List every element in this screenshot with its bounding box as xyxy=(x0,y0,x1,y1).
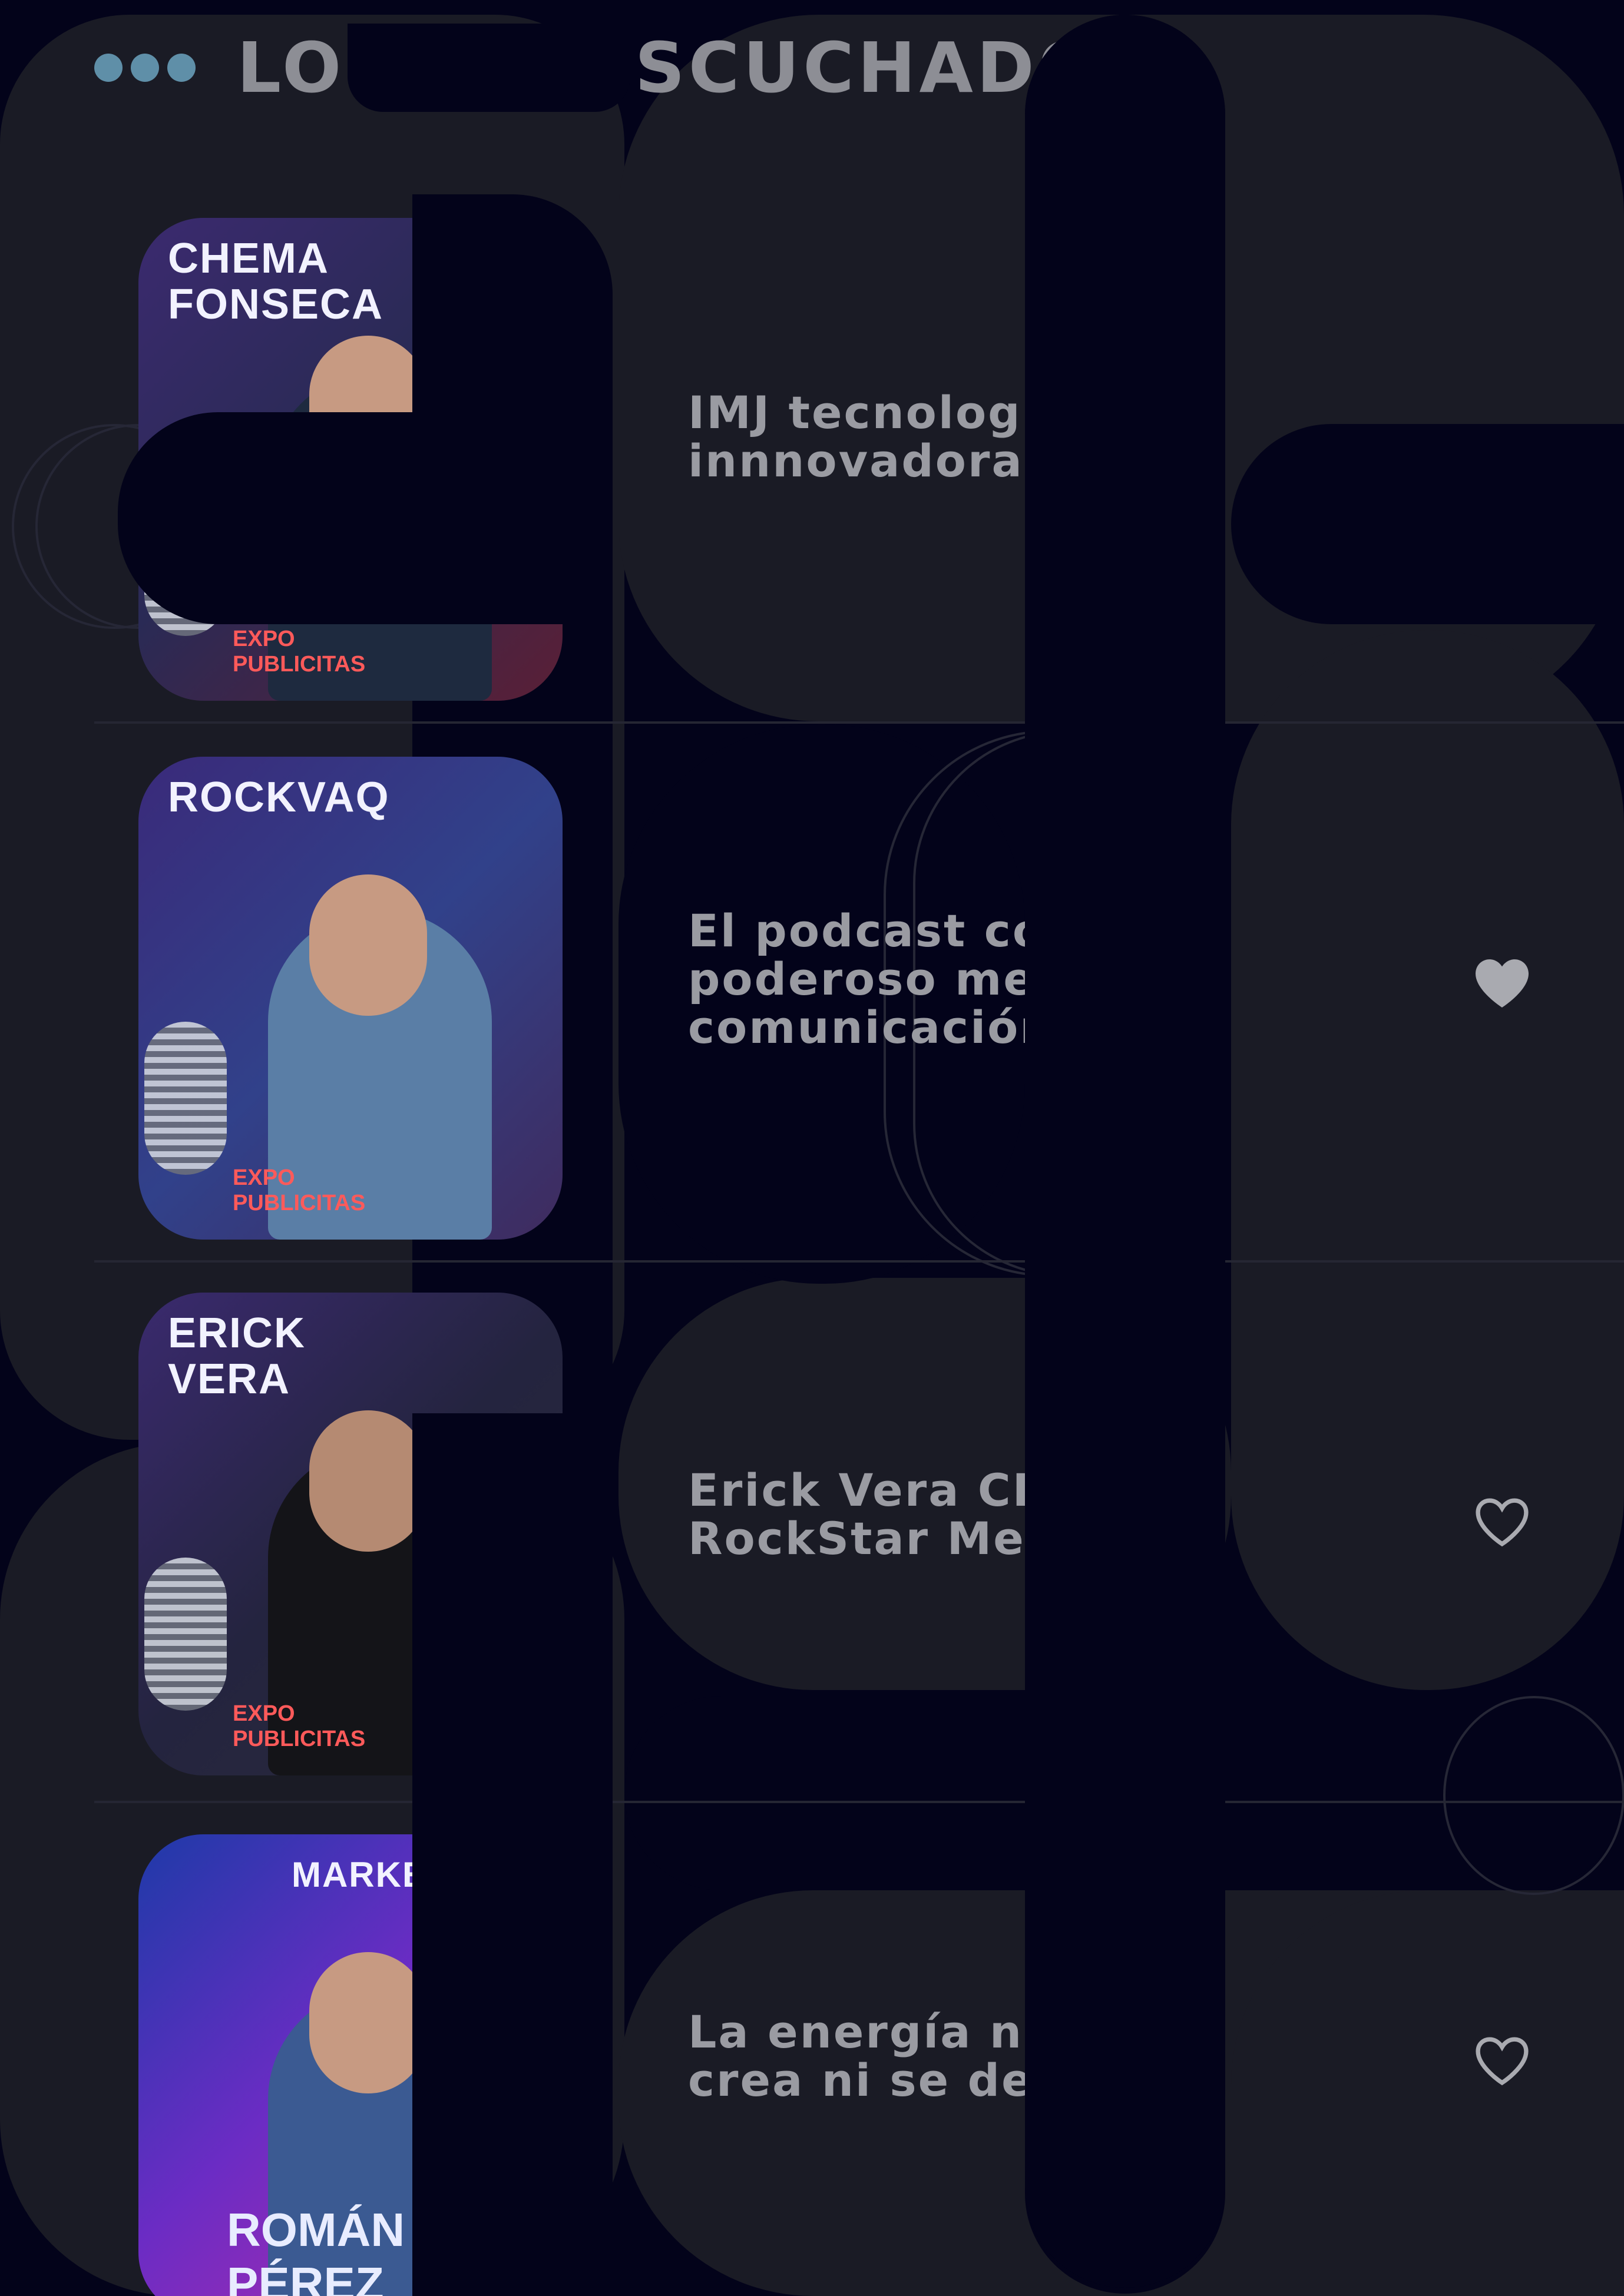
divider xyxy=(94,721,1624,724)
divider xyxy=(94,1801,1624,1803)
favorite-button[interactable] xyxy=(1473,957,1532,1010)
dot xyxy=(131,54,159,82)
divider xyxy=(94,1260,1624,1263)
cover-logo: EXPO PUBLICITAS xyxy=(233,1165,366,1215)
three-dots-icon[interactable] xyxy=(94,54,196,82)
bg-cutout xyxy=(348,24,630,112)
screen: LO MÁS ESCUCHADO CHEMA FONSECA EXPO PUBL… xyxy=(0,0,1624,2296)
overlay-shape xyxy=(1025,15,1225,2288)
favorite-button[interactable] xyxy=(1473,1496,1532,1549)
list-item[interactable]: ERICK VERA EXPO PUBLICITAS Erick Vera CE… xyxy=(0,1281,1624,1811)
cover-label: CHEMA FONSECA xyxy=(168,235,384,328)
episode-title[interactable]: IMJ tecnología innnovadora xyxy=(688,389,1071,485)
list-item[interactable]: MARKETING ROMÁN PÉREZ La energía no se c… xyxy=(0,1820,1624,2296)
cover-logo: EXPO PUBLICITAS xyxy=(233,627,366,677)
overlay-shape xyxy=(412,1413,613,2296)
dot xyxy=(94,54,123,82)
overlay-shape xyxy=(118,412,613,624)
heart-outline-icon xyxy=(1476,2037,1529,2086)
favorite-button[interactable] xyxy=(1473,2035,1532,2088)
list-item[interactable]: ROCKVAQ EXPO PUBLICITAS El podcast com u… xyxy=(0,742,1624,1272)
episode-cover[interactable]: ROCKVAQ EXPO PUBLICITAS xyxy=(138,757,563,1240)
cover-logo: EXPO PUBLICITAS xyxy=(233,1701,366,1751)
dot xyxy=(167,54,196,82)
heart-icon xyxy=(1476,959,1529,1008)
heart-outline-icon xyxy=(1476,1498,1529,1547)
cover-label: ERICK VERA xyxy=(168,1310,306,1403)
cover-label: ROCKVAQ xyxy=(168,774,390,821)
